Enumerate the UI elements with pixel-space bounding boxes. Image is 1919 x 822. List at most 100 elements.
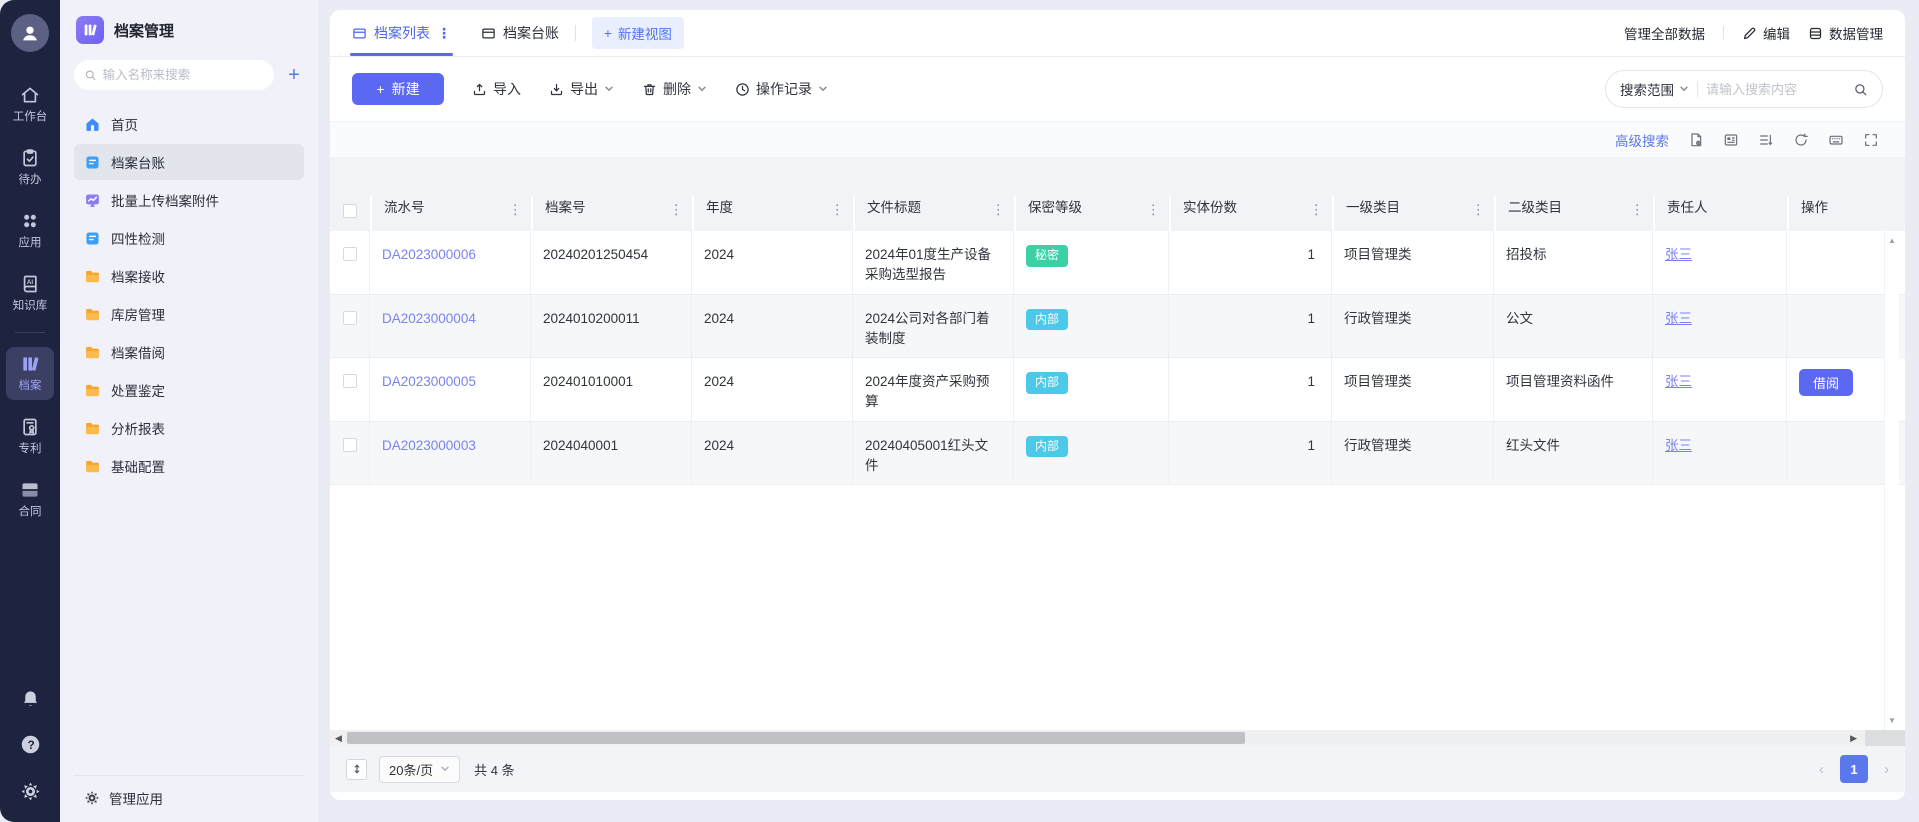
next-page-button[interactable]: › (1884, 761, 1889, 778)
row-checkbox[interactable] (342, 437, 357, 452)
sidebar-add-button[interactable]: + (284, 65, 304, 85)
tab-archive-ledger[interactable]: 档案台账 (481, 10, 559, 56)
page-size-select[interactable]: 20条/页 (379, 755, 461, 783)
sidebar-item-warehouse[interactable]: 库房管理 (74, 296, 304, 332)
sidebar-search[interactable] (74, 60, 274, 90)
sidebar-search-input[interactable] (102, 68, 264, 82)
nav-rail: 工作台 待办 应用 AI 知识库 档案 专利 合同 ? (0, 0, 60, 822)
select-all-checkbox[interactable] (343, 204, 357, 218)
row-checkbox[interactable] (342, 310, 357, 325)
owner-link[interactable]: 张三 (1665, 438, 1692, 453)
delete-button[interactable]: 删除 (642, 79, 707, 99)
column-header[interactable]: 年度 ⋮ (692, 196, 853, 231)
sidebar-item-batch-upload[interactable]: 批量上传档案附件 (74, 182, 304, 218)
column-header[interactable]: 实体份数 ⋮ (1169, 196, 1332, 231)
avatar[interactable] (11, 14, 49, 52)
serial-link[interactable]: DA2023000005 (382, 374, 476, 389)
fullscreen-icon[interactable] (1863, 132, 1879, 148)
column-menu-icon[interactable]: ⋮ (992, 202, 1006, 218)
data-manage-button[interactable]: 数据管理 (1808, 23, 1883, 43)
column-menu-icon[interactable]: ⋮ (509, 202, 523, 218)
scroll-right-arrow[interactable]: ▶ (1850, 733, 1857, 744)
scrollbar-thumb[interactable] (347, 732, 1245, 744)
sidebar-item-borrow[interactable]: 档案借阅 (74, 334, 304, 370)
column-menu-icon[interactable]: ⋮ (831, 202, 845, 218)
new-button-label: 新建 (391, 81, 420, 97)
column-settings-icon[interactable] (1758, 132, 1774, 148)
sidebar-item-home[interactable]: 首页 (74, 106, 304, 142)
column-menu-icon[interactable]: ⋮ (1472, 202, 1486, 218)
page-number-button[interactable]: 1 (1840, 755, 1868, 783)
sidebar-item-four-checks[interactable]: 四性检测 (74, 220, 304, 256)
sidebar-item-ledger[interactable]: 档案台账 (74, 144, 304, 180)
vertical-scrollbar[interactable]: ▲ ▼ (1884, 231, 1899, 730)
edit-button[interactable]: 编辑 (1742, 23, 1790, 43)
tab-archive-list[interactable]: 档案列表 ⋮ (350, 10, 453, 56)
search-input[interactable] (1706, 81, 1845, 97)
column-menu-icon[interactable]: ⋮ (670, 202, 684, 218)
rail-item-contract[interactable]: 合同 (6, 473, 54, 526)
sidebar-item-reports[interactable]: 分析报表 (74, 410, 304, 446)
manage-app-button[interactable]: 管理应用 (74, 775, 304, 810)
owner-link[interactable]: 张三 (1665, 374, 1692, 389)
serial-link[interactable]: DA2023000003 (382, 438, 476, 453)
table-row[interactable]: DA2023000003 2024040001 2024 20240405001… (330, 421, 1905, 485)
column-menu-icon[interactable]: ⋮ (1631, 202, 1645, 218)
serial-link[interactable]: DA2023000004 (382, 311, 476, 326)
column-menu-icon[interactable]: ⋮ (1310, 202, 1324, 218)
card-view-icon[interactable] (1723, 132, 1739, 148)
row-checkbox[interactable] (342, 374, 357, 388)
scroll-left-arrow[interactable]: ◀ (335, 733, 342, 744)
serial-link[interactable]: DA2023000006 (382, 247, 476, 262)
rail-item-patent[interactable]: 专利 (6, 410, 54, 463)
rail-item-apps[interactable]: 应用 (6, 204, 54, 257)
gear-icon[interactable] (20, 781, 41, 802)
tab-menu-icon[interactable]: ⋮ (437, 25, 451, 42)
import-button[interactable]: 导入 (472, 79, 521, 99)
column-header[interactable]: 一级类目 ⋮ (1332, 196, 1494, 231)
scroll-down-arrow[interactable]: ▼ (1888, 716, 1896, 725)
bell-icon[interactable] (20, 687, 41, 708)
column-header[interactable]: 责任人 (1653, 196, 1787, 231)
scroll-up-arrow[interactable]: ▲ (1888, 236, 1896, 245)
doc-preview-icon[interactable] (1688, 132, 1704, 148)
data-table: 流水号 ⋮ 档案号 ⋮ 年度 ⋮ 文件标题 ⋮ 保密等级 ⋮ 实体份数 ⋮ 一级类目 ⋮ 二级… (330, 157, 1905, 746)
search-scope-selector[interactable]: 搜索范围 (1620, 79, 1689, 99)
sidebar-item-label: 档案借阅 (111, 346, 165, 361)
sidebar-item-config[interactable]: 基础配置 (74, 448, 304, 484)
table-row[interactable]: DA2023000006 20240201250454 2024 2024年01… (330, 231, 1905, 295)
new-button[interactable]: + 新建 (352, 73, 444, 105)
column-header[interactable]: 流水号 ⋮ (370, 196, 531, 231)
rail-item-knowledge[interactable]: AI 知识库 (6, 267, 54, 320)
sidebar-item-disposal[interactable]: 处置鉴定 (74, 372, 304, 408)
rail-item-todo[interactable]: 待办 (6, 141, 54, 194)
help-icon[interactable]: ? (20, 734, 41, 755)
borrow-button[interactable]: 借阅 (1799, 369, 1854, 396)
table-row[interactable]: DA2023000005 202401010001 2024 2024年度资产采… (330, 358, 1905, 422)
owner-link[interactable]: 张三 (1665, 247, 1692, 262)
export-button[interactable]: 导出 (549, 79, 614, 99)
keyboard-icon[interactable] (1828, 132, 1844, 148)
sidebar-item-receive[interactable]: 档案接收 (74, 258, 304, 294)
column-header[interactable]: 档案号 ⋮ (531, 196, 692, 231)
advanced-search-link[interactable]: 高级搜索 (1615, 130, 1669, 150)
column-header[interactable]: 保密等级 ⋮ (1014, 196, 1169, 231)
rail-item-archive[interactable]: 档案 (6, 347, 54, 400)
column-header[interactable]: 文件标题 ⋮ (853, 196, 1014, 231)
refresh-icon[interactable] (1793, 132, 1809, 148)
row-checkbox[interactable] (342, 247, 357, 261)
search-icon[interactable] (1853, 82, 1868, 97)
horizontal-scrollbar[interactable]: ◀ ▶ (330, 730, 1905, 746)
rail-item-workbench[interactable]: 工作台 (6, 78, 54, 131)
new-view-button[interactable]: + 新建视图 (592, 17, 684, 49)
prev-page-button[interactable]: ‹ (1819, 761, 1824, 778)
column-menu-icon[interactable]: ⋮ (1147, 202, 1161, 218)
owner-link[interactable]: 张三 (1665, 311, 1692, 326)
manage-all-data-button[interactable]: 管理全部数据 (1624, 23, 1705, 43)
column-header[interactable]: 二级类目 ⋮ (1494, 196, 1653, 231)
tab-label: 档案台账 (503, 25, 559, 41)
row-height-button[interactable] (346, 758, 367, 780)
ai-book-icon: AI (23, 275, 37, 293)
operation-log-button[interactable]: 操作记录 (735, 79, 828, 99)
table-row[interactable]: DA2023000004 2024010200011 2024 2024公司对各… (330, 294, 1905, 358)
